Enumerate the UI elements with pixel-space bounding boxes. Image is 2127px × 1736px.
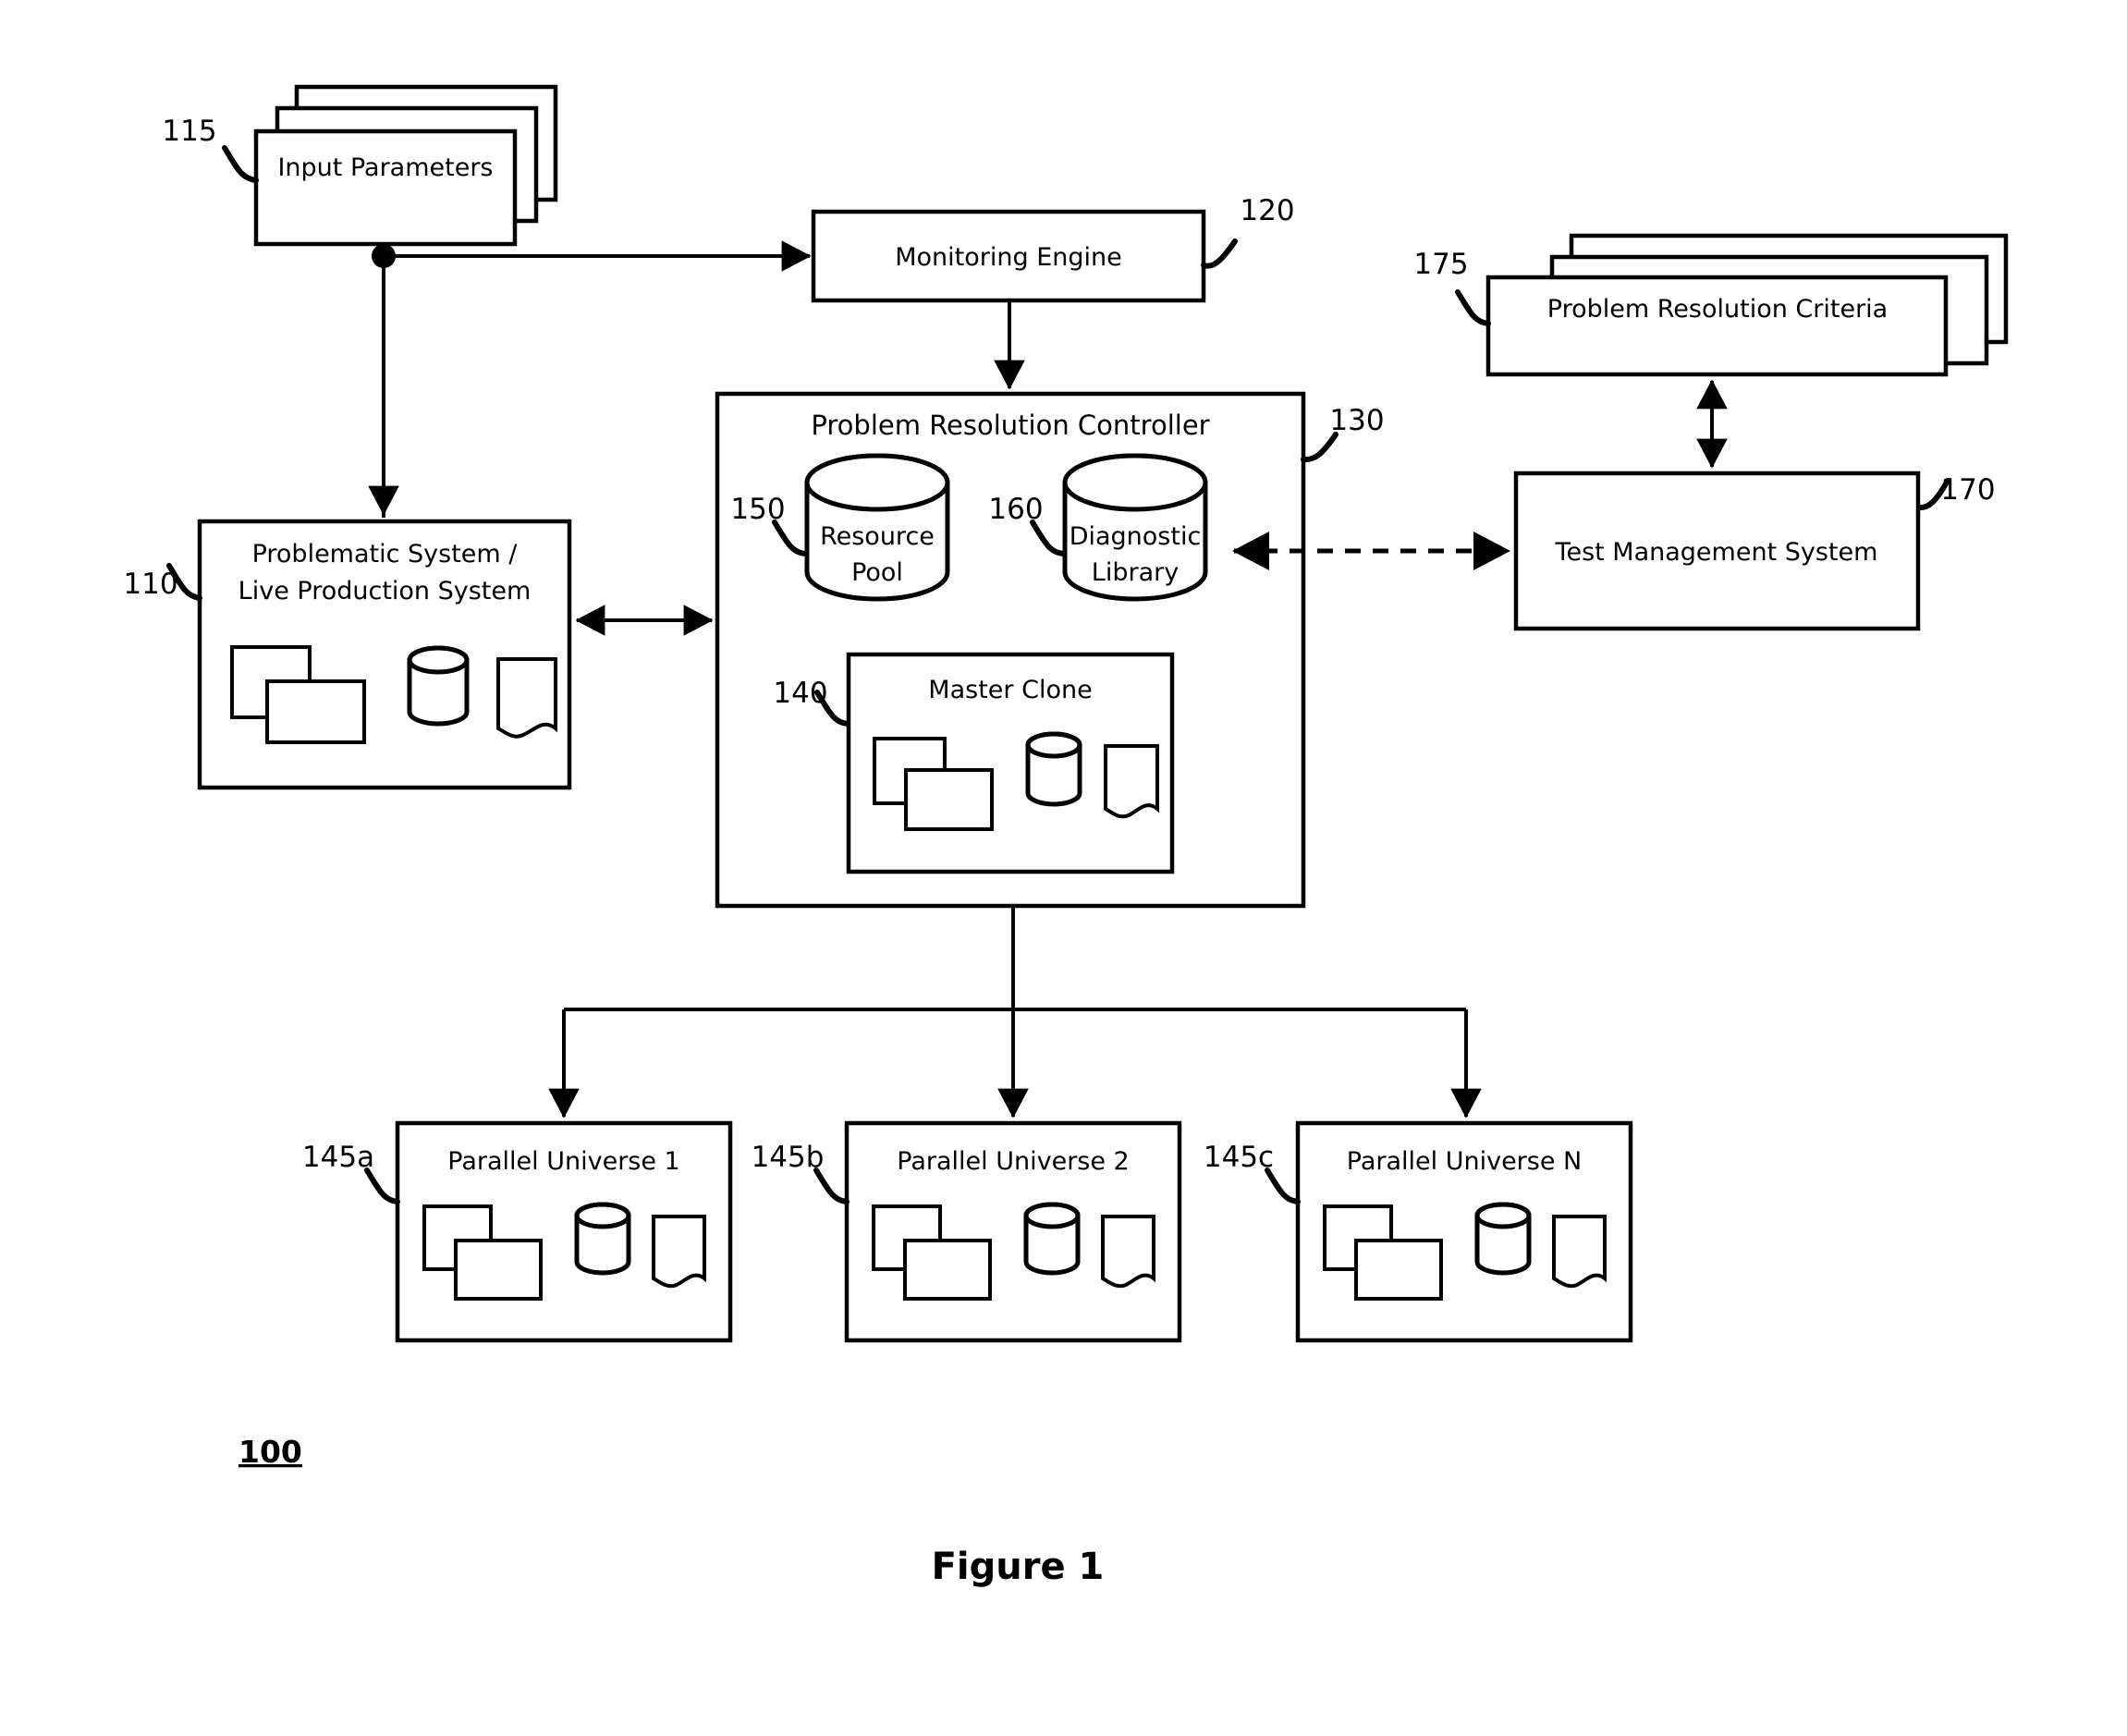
leader-175 xyxy=(1455,289,1491,326)
test-management-system-label: Test Management System xyxy=(1555,538,1878,567)
resource-pool-label-line1: Resource xyxy=(820,522,935,551)
document-page-icon xyxy=(496,657,557,739)
database-cylinder-icon xyxy=(407,645,470,727)
ref-170: 170 xyxy=(1940,473,1995,507)
master-clone-database-icon xyxy=(1025,731,1082,807)
ref-110: 110 xyxy=(123,568,177,601)
pu2-server-icon-front xyxy=(903,1239,992,1301)
input-parameters-label: Input Parameters xyxy=(277,153,493,182)
problematic-system-label-line1: Problematic System / xyxy=(252,540,519,568)
parallel-universe-1-label: Parallel Universe 1 xyxy=(447,1147,679,1176)
pu1-server-icon-front xyxy=(454,1239,543,1301)
ref-120: 120 xyxy=(1240,194,1294,227)
ref-140: 140 xyxy=(773,677,827,710)
figure-caption: Figure 1 xyxy=(932,1546,1105,1588)
leader-115 xyxy=(222,145,259,183)
leader-120 xyxy=(1201,238,1238,269)
monitoring-engine-label: Monitoring Engine xyxy=(895,243,1122,272)
parallel-universe-2-label: Parallel Universe 2 xyxy=(897,1147,1129,1176)
resource-pool-label-line2: Pool xyxy=(851,558,903,587)
ref-115: 115 xyxy=(162,115,216,148)
ref-145a: 145a xyxy=(302,1141,374,1174)
problem-resolution-criteria-box xyxy=(1485,275,1949,377)
ref-160: 160 xyxy=(988,493,1043,526)
ref-145b: 145b xyxy=(752,1141,825,1174)
ref-150: 150 xyxy=(730,493,785,526)
diagram-canvas: Input Parameters Monitoring Engine Probl… xyxy=(123,84,2009,1588)
pun-database-icon xyxy=(1474,1202,1532,1276)
pun-server-icon-front xyxy=(1354,1239,1443,1301)
ref-175: 175 xyxy=(1413,248,1468,281)
parallel-universe-n-label: Parallel Universe N xyxy=(1347,1147,1582,1176)
ref-130: 130 xyxy=(1329,404,1384,437)
pu1-document-icon xyxy=(652,1215,706,1289)
problematic-system-label-line2: Live Production System xyxy=(238,577,532,605)
ref-145c: 145c xyxy=(1204,1141,1274,1174)
problem-resolution-controller-label: Problem Resolution Controller xyxy=(811,410,1209,441)
pu2-document-icon xyxy=(1101,1215,1155,1289)
input-parameters-box xyxy=(253,128,518,247)
master-clone-server-icon-front xyxy=(904,768,994,831)
leader-130 xyxy=(1301,432,1339,463)
patent-figure-1: Input Parameters Monitoring Engine Probl… xyxy=(0,0,2127,1736)
leader-145a xyxy=(364,1168,400,1204)
master-clone-label: Master Clone xyxy=(928,676,1092,704)
junction-dot xyxy=(372,244,396,268)
server-stack-icon-front xyxy=(265,679,366,744)
system-reference-100: 100 xyxy=(238,1434,302,1470)
pu1-database-icon xyxy=(574,1202,631,1276)
pun-document-icon xyxy=(1552,1215,1607,1289)
master-clone-document-icon xyxy=(1104,744,1159,819)
leader-145b xyxy=(813,1168,850,1204)
leader-145c xyxy=(1265,1168,1301,1204)
diagnostic-library-label-line2: Library xyxy=(1092,558,1179,587)
diagnostic-library-label-line1: Diagnostic xyxy=(1070,522,1202,551)
problem-resolution-criteria-label: Problem Resolution Criteria xyxy=(1547,295,1888,324)
pu2-database-icon xyxy=(1023,1202,1081,1276)
